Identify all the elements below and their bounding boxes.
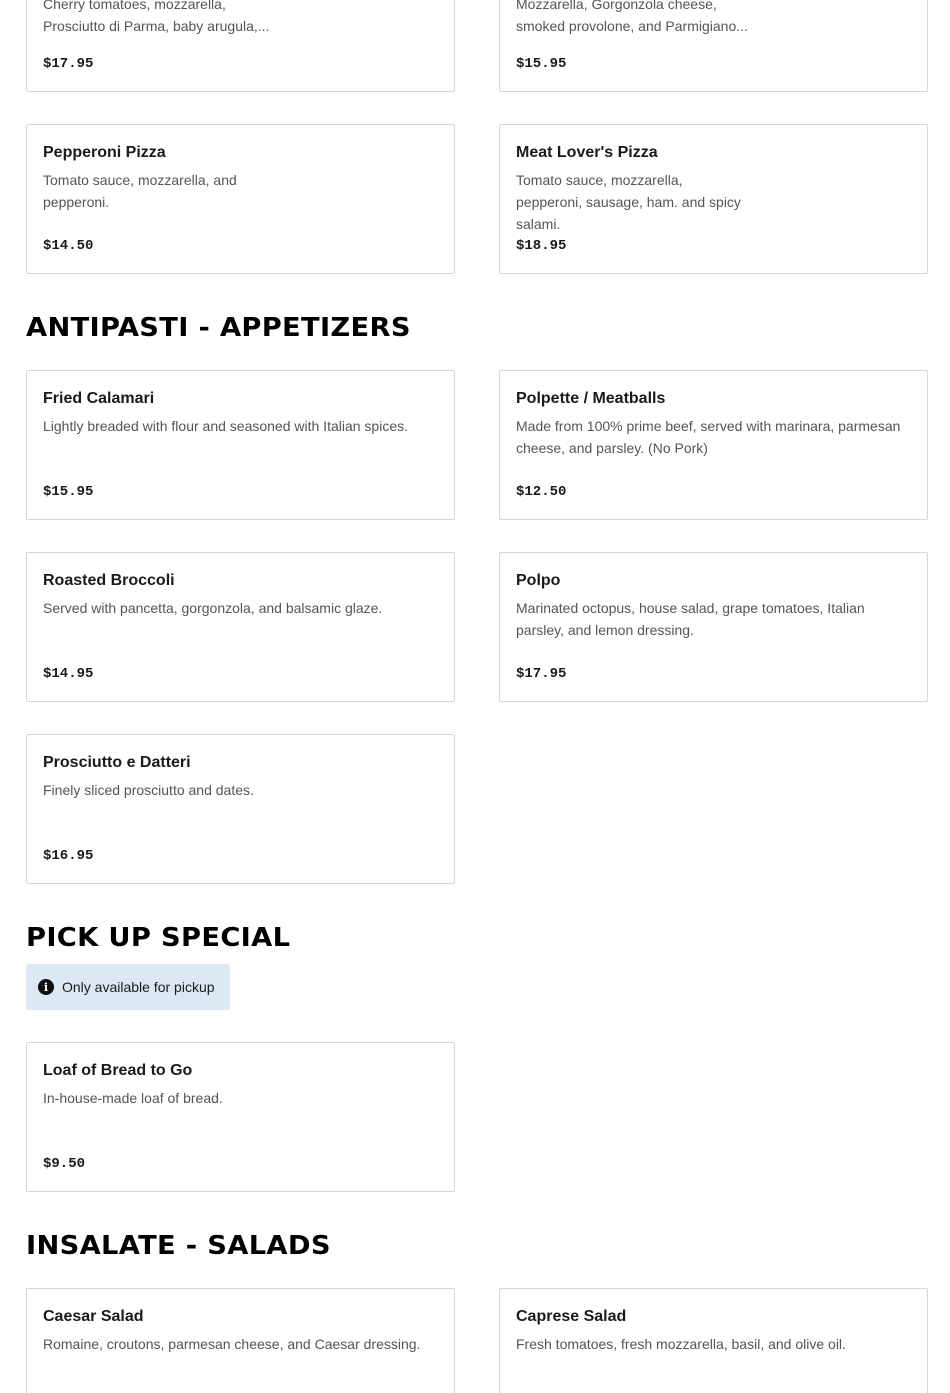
item-price: $17.95 — [516, 666, 567, 682]
menu-item-card[interactable]: Caprese Salad Fresh tomatoes, fresh mozz… — [499, 1288, 928, 1393]
menu-item-card[interactable]: Cherry tomatoes, mozzarella, Prosciutto … — [26, 0, 455, 92]
item-name: Roasted Broccoli — [43, 572, 175, 589]
item-price: $9.50 — [43, 1156, 86, 1172]
section-title-pickup: PICK UP SPECIAL — [26, 923, 291, 953]
item-price: $17.95 — [43, 56, 94, 72]
menu-item-card[interactable]: Fried Calamari Lightly breaded with flou… — [26, 370, 455, 520]
item-name: Pepperoni Pizza — [43, 144, 166, 161]
pickup-notice: i Only available for pickup — [26, 964, 230, 1010]
item-name: Polpo — [516, 572, 561, 589]
item-name: Polpette / Meatballs — [516, 390, 666, 407]
menu-item-card[interactable]: Pepperoni Pizza Tomato sauce, mozzarella… — [26, 124, 455, 274]
item-description: Romaine, croutons, parmesan cheese, and … — [43, 1336, 421, 1352]
info-icon: i — [38, 979, 54, 995]
item-name: Caprese Salad — [516, 1308, 627, 1325]
item-name: Caesar Salad — [43, 1308, 144, 1325]
item-price: $18.95 — [516, 238, 567, 254]
item-description: Fresh tomatoes, fresh mozzarella, basil,… — [516, 1336, 846, 1352]
item-name: Loaf of Bread to Go — [43, 1062, 193, 1079]
item-description: Served with pancetta, gorgonzola, and ba… — [43, 600, 383, 616]
item-price: $14.95 — [43, 666, 94, 682]
item-price: $15.95 — [516, 56, 567, 72]
item-description: Made from 100% prime beef, served with m… — [516, 418, 901, 456]
item-name: Prosciutto e Datteri — [43, 754, 191, 771]
menu-item-card[interactable]: Caesar Salad Romaine, croutons, parmesan… — [26, 1288, 455, 1393]
menu-item-card[interactable]: Polpo Marinated octopus, house salad, gr… — [499, 552, 928, 702]
menu-item-card[interactable]: Polpette / Meatballs Made from 100% prim… — [499, 370, 928, 520]
menu-item-card[interactable]: Roasted Broccoli Served with pancetta, g… — [26, 552, 455, 702]
menu-item-card[interactable]: Prosciutto e Datteri Finely sliced prosc… — [26, 734, 455, 884]
section-title-salads: INSALATE - SALADS — [26, 1231, 331, 1261]
item-description: Finely sliced prosciutto and dates. — [43, 782, 254, 798]
menu-item-card[interactable]: Mozzarella, Gorgonzola cheese, smoked pr… — [499, 0, 928, 92]
item-price: $16.95 — [43, 848, 94, 864]
item-price: $15.95 — [43, 484, 94, 500]
item-description: Mozzarella, Gorgonzola cheese, smoked pr… — [516, 0, 748, 34]
item-description: Tomato sauce, mozzarella, and pepperoni. — [43, 172, 237, 210]
item-description: Tomato sauce, mozzarella, pepperoni, sau… — [516, 172, 741, 232]
item-description: In-house-made loaf of bread. — [43, 1090, 223, 1106]
notice-text: Only available for pickup — [62, 979, 215, 995]
section-title-appetizers: ANTIPASTI - APPETIZERS — [26, 313, 411, 343]
item-description: Lightly breaded with flour and seasoned … — [43, 418, 408, 434]
item-name: Fried Calamari — [43, 390, 155, 407]
item-description: Cherry tomatoes, mozzarella, Prosciutto … — [43, 0, 270, 34]
menu-item-card[interactable]: Meat Lover's Pizza Tomato sauce, mozzare… — [499, 124, 928, 274]
menu-item-card[interactable]: Loaf of Bread to Go In-house-made loaf o… — [26, 1042, 455, 1192]
item-price: $14.50 — [43, 238, 94, 254]
item-description: Marinated octopus, house salad, grape to… — [516, 600, 865, 638]
item-name: Meat Lover's Pizza — [516, 144, 658, 161]
item-price: $12.50 — [516, 484, 567, 500]
